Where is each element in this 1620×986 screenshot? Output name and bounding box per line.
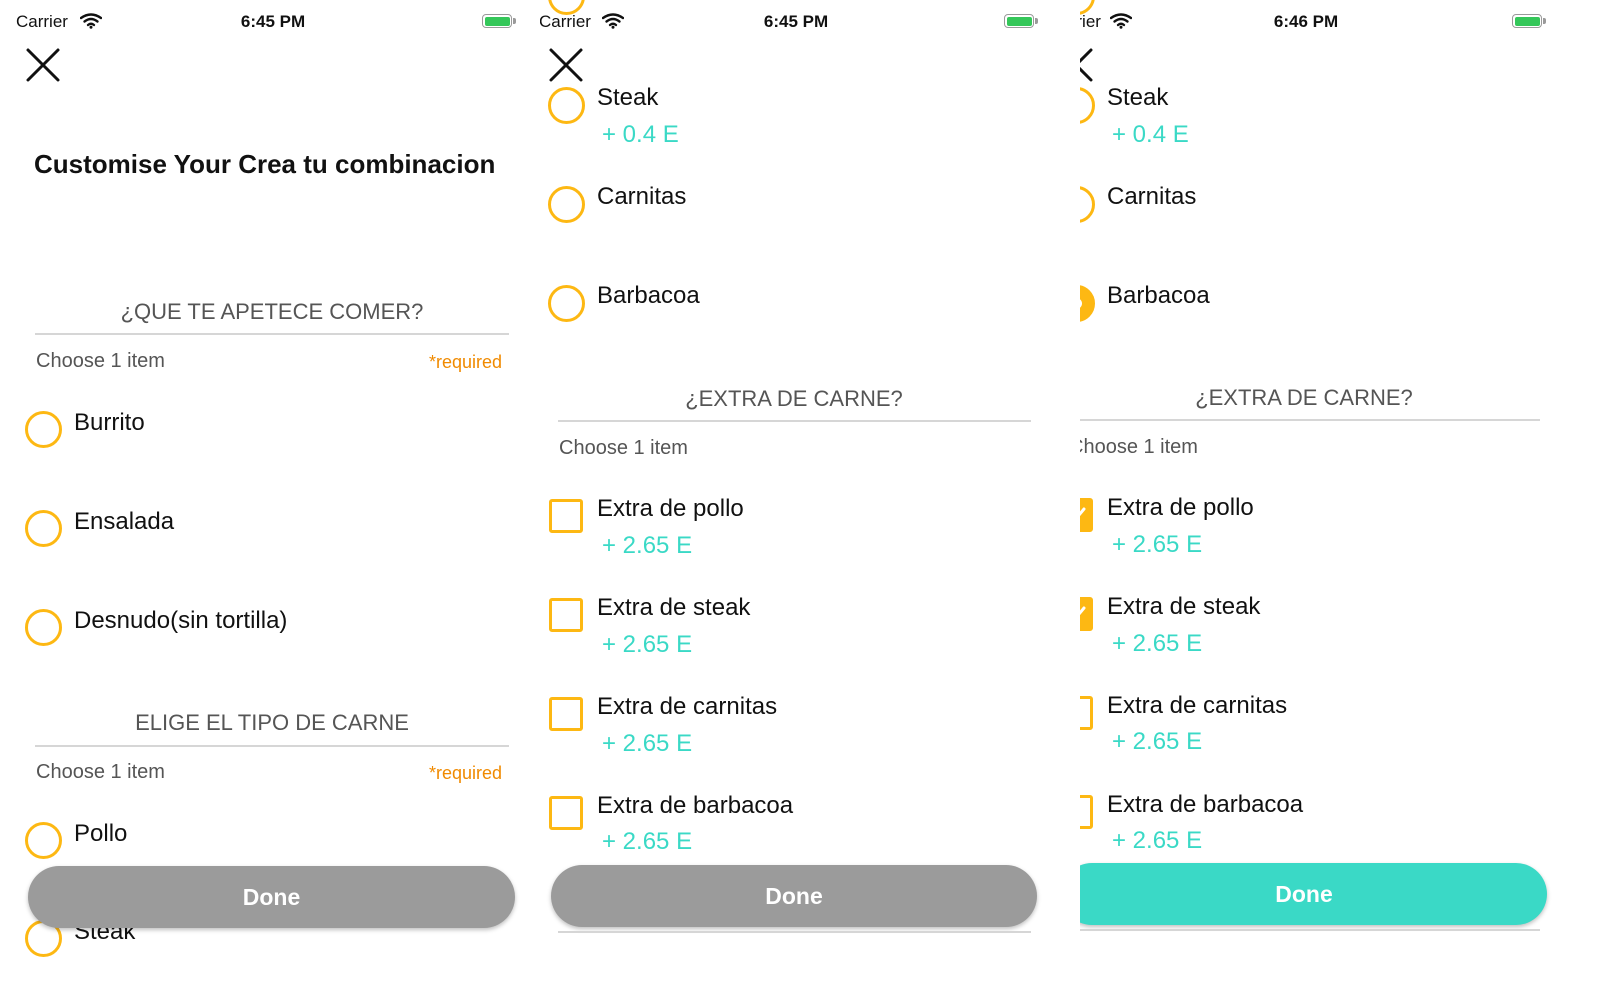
radio-steak[interactable] [1080, 87, 1095, 124]
bottom-divider [558, 931, 1031, 933]
option-price: + 2.65 E [602, 532, 693, 559]
checkmark-icon [1080, 507, 1086, 517]
clock-label: 6:46 PM [1273, 12, 1339, 31]
option-price: + 2.65 E [602, 631, 693, 658]
option-price: + 2.65 E [1112, 827, 1203, 854]
option-price: + 2.65 E [602, 828, 693, 855]
required-badge: *required [429, 352, 503, 372]
done-button[interactable]: Done [28, 866, 515, 928]
checkbox-extra-barbacoa[interactable] [1080, 795, 1093, 829]
option-label[interactable]: Barbacoa [1107, 282, 1210, 310]
wifi-icon [80, 13, 102, 29]
bottom-divider [1080, 929, 1540, 931]
option-label[interactable]: Extra de barbacoa [1107, 791, 1303, 819]
option-label[interactable]: Extra de barbacoa [597, 792, 793, 820]
checkbox-extra-carnitas[interactable] [1080, 696, 1093, 730]
choose-hint: Choose 1 item [1080, 436, 1198, 458]
screen-1: Carrier 6:45 PM Customise Your Crea tu c… [0, 0, 540, 986]
radio-burrito[interactable] [25, 411, 62, 448]
carrier-label: Carrier [1080, 12, 1101, 31]
option-price: + 2.65 E [1112, 630, 1203, 657]
screen-3: ✓ Carrier 6:46 PM Steak + 0.4 E Carnitas… [1080, 0, 1620, 986]
radio-pollo[interactable] [25, 822, 62, 859]
option-label[interactable]: Ensalada [74, 508, 174, 536]
option-label[interactable]: Barbacoa [597, 282, 700, 310]
screen-2: ⚡ Carrier 6:45 PM Steak + 0.4 E Carnitas… [540, 0, 1080, 986]
section-divider [558, 420, 1031, 422]
option-price: + 2.65 E [602, 730, 693, 757]
option-price: + 0.4 E [602, 121, 679, 148]
clock-label: 6:45 PM [763, 12, 829, 31]
radio-barbacoa-selected[interactable] [1080, 285, 1095, 322]
checkmark-icon [1080, 606, 1086, 616]
option-label[interactable]: Extra de carnitas [597, 693, 777, 721]
section-divider [35, 333, 509, 335]
section-title: ¿EXTRA DE CARNE? [1195, 385, 1413, 410]
option-label[interactable]: Extra de steak [1107, 593, 1260, 621]
radio-desnudo[interactable] [25, 609, 62, 646]
radio-steak[interactable] [548, 87, 585, 124]
wifi-icon [602, 13, 624, 29]
option-label[interactable]: Pollo [74, 820, 127, 848]
section-divider [35, 745, 509, 747]
choose-hint: Choose 1 item [36, 350, 165, 372]
option-price: + 2.65 E [1112, 728, 1203, 755]
checkbox-extra-pollo-checked[interactable] [1080, 498, 1093, 532]
section-title: ELIGE EL TIPO DE CARNE [135, 710, 409, 735]
carrier-label: Carrier [540, 12, 591, 31]
radio-barbacoa[interactable] [548, 285, 585, 322]
close-icon[interactable] [548, 47, 584, 83]
checkbox-extra-steak[interactable] [549, 598, 583, 632]
option-label[interactable]: Extra de pollo [597, 495, 744, 523]
close-icon[interactable] [1080, 47, 1094, 83]
option-label[interactable]: Carnitas [597, 183, 686, 211]
option-price: + 0.4 E [1112, 121, 1189, 148]
section-title: ¿EXTRA DE CARNE? [685, 386, 903, 411]
checkbox-extra-steak-checked[interactable] [1080, 597, 1093, 631]
radio-carnitas[interactable] [548, 186, 585, 223]
option-label[interactable]: Extra de carnitas [1107, 692, 1287, 720]
required-badge: *required [429, 763, 503, 783]
section-title: ¿QUE TE APETECE COMER? [120, 299, 424, 324]
choose-hint: Choose 1 item [559, 437, 688, 459]
option-label[interactable]: Extra de pollo [1107, 494, 1254, 522]
battery-icon [1004, 14, 1038, 30]
close-icon[interactable] [25, 47, 61, 83]
page-title: Customise Your Crea tu combinacion [34, 149, 496, 179]
battery-icon [482, 14, 516, 30]
checkbox-extra-carnitas[interactable] [549, 697, 583, 731]
done-button[interactable]: Done [1080, 863, 1547, 925]
option-label[interactable]: Desnudo(sin tortilla) [74, 607, 287, 635]
option-price: + 2.65 E [1112, 531, 1203, 558]
option-label[interactable]: Extra de steak [597, 594, 750, 622]
option-label[interactable]: Steak [597, 84, 658, 112]
option-label[interactable]: Carnitas [1107, 183, 1196, 211]
done-button[interactable]: Done [551, 865, 1037, 927]
radio-ensalada[interactable] [25, 510, 62, 547]
clock-label: 6:45 PM [240, 12, 306, 31]
checkbox-extra-pollo[interactable] [549, 499, 583, 533]
option-label[interactable]: Steak [1107, 84, 1168, 112]
wifi-icon [1110, 13, 1132, 29]
radio-carnitas[interactable] [1080, 186, 1095, 223]
carrier-label: Carrier [16, 12, 68, 31]
battery-icon [1512, 14, 1546, 30]
checkbox-extra-barbacoa[interactable] [549, 796, 583, 830]
choose-hint: Choose 1 item [36, 761, 165, 783]
option-label[interactable]: Burrito [74, 409, 145, 437]
section-divider [1080, 419, 1540, 421]
